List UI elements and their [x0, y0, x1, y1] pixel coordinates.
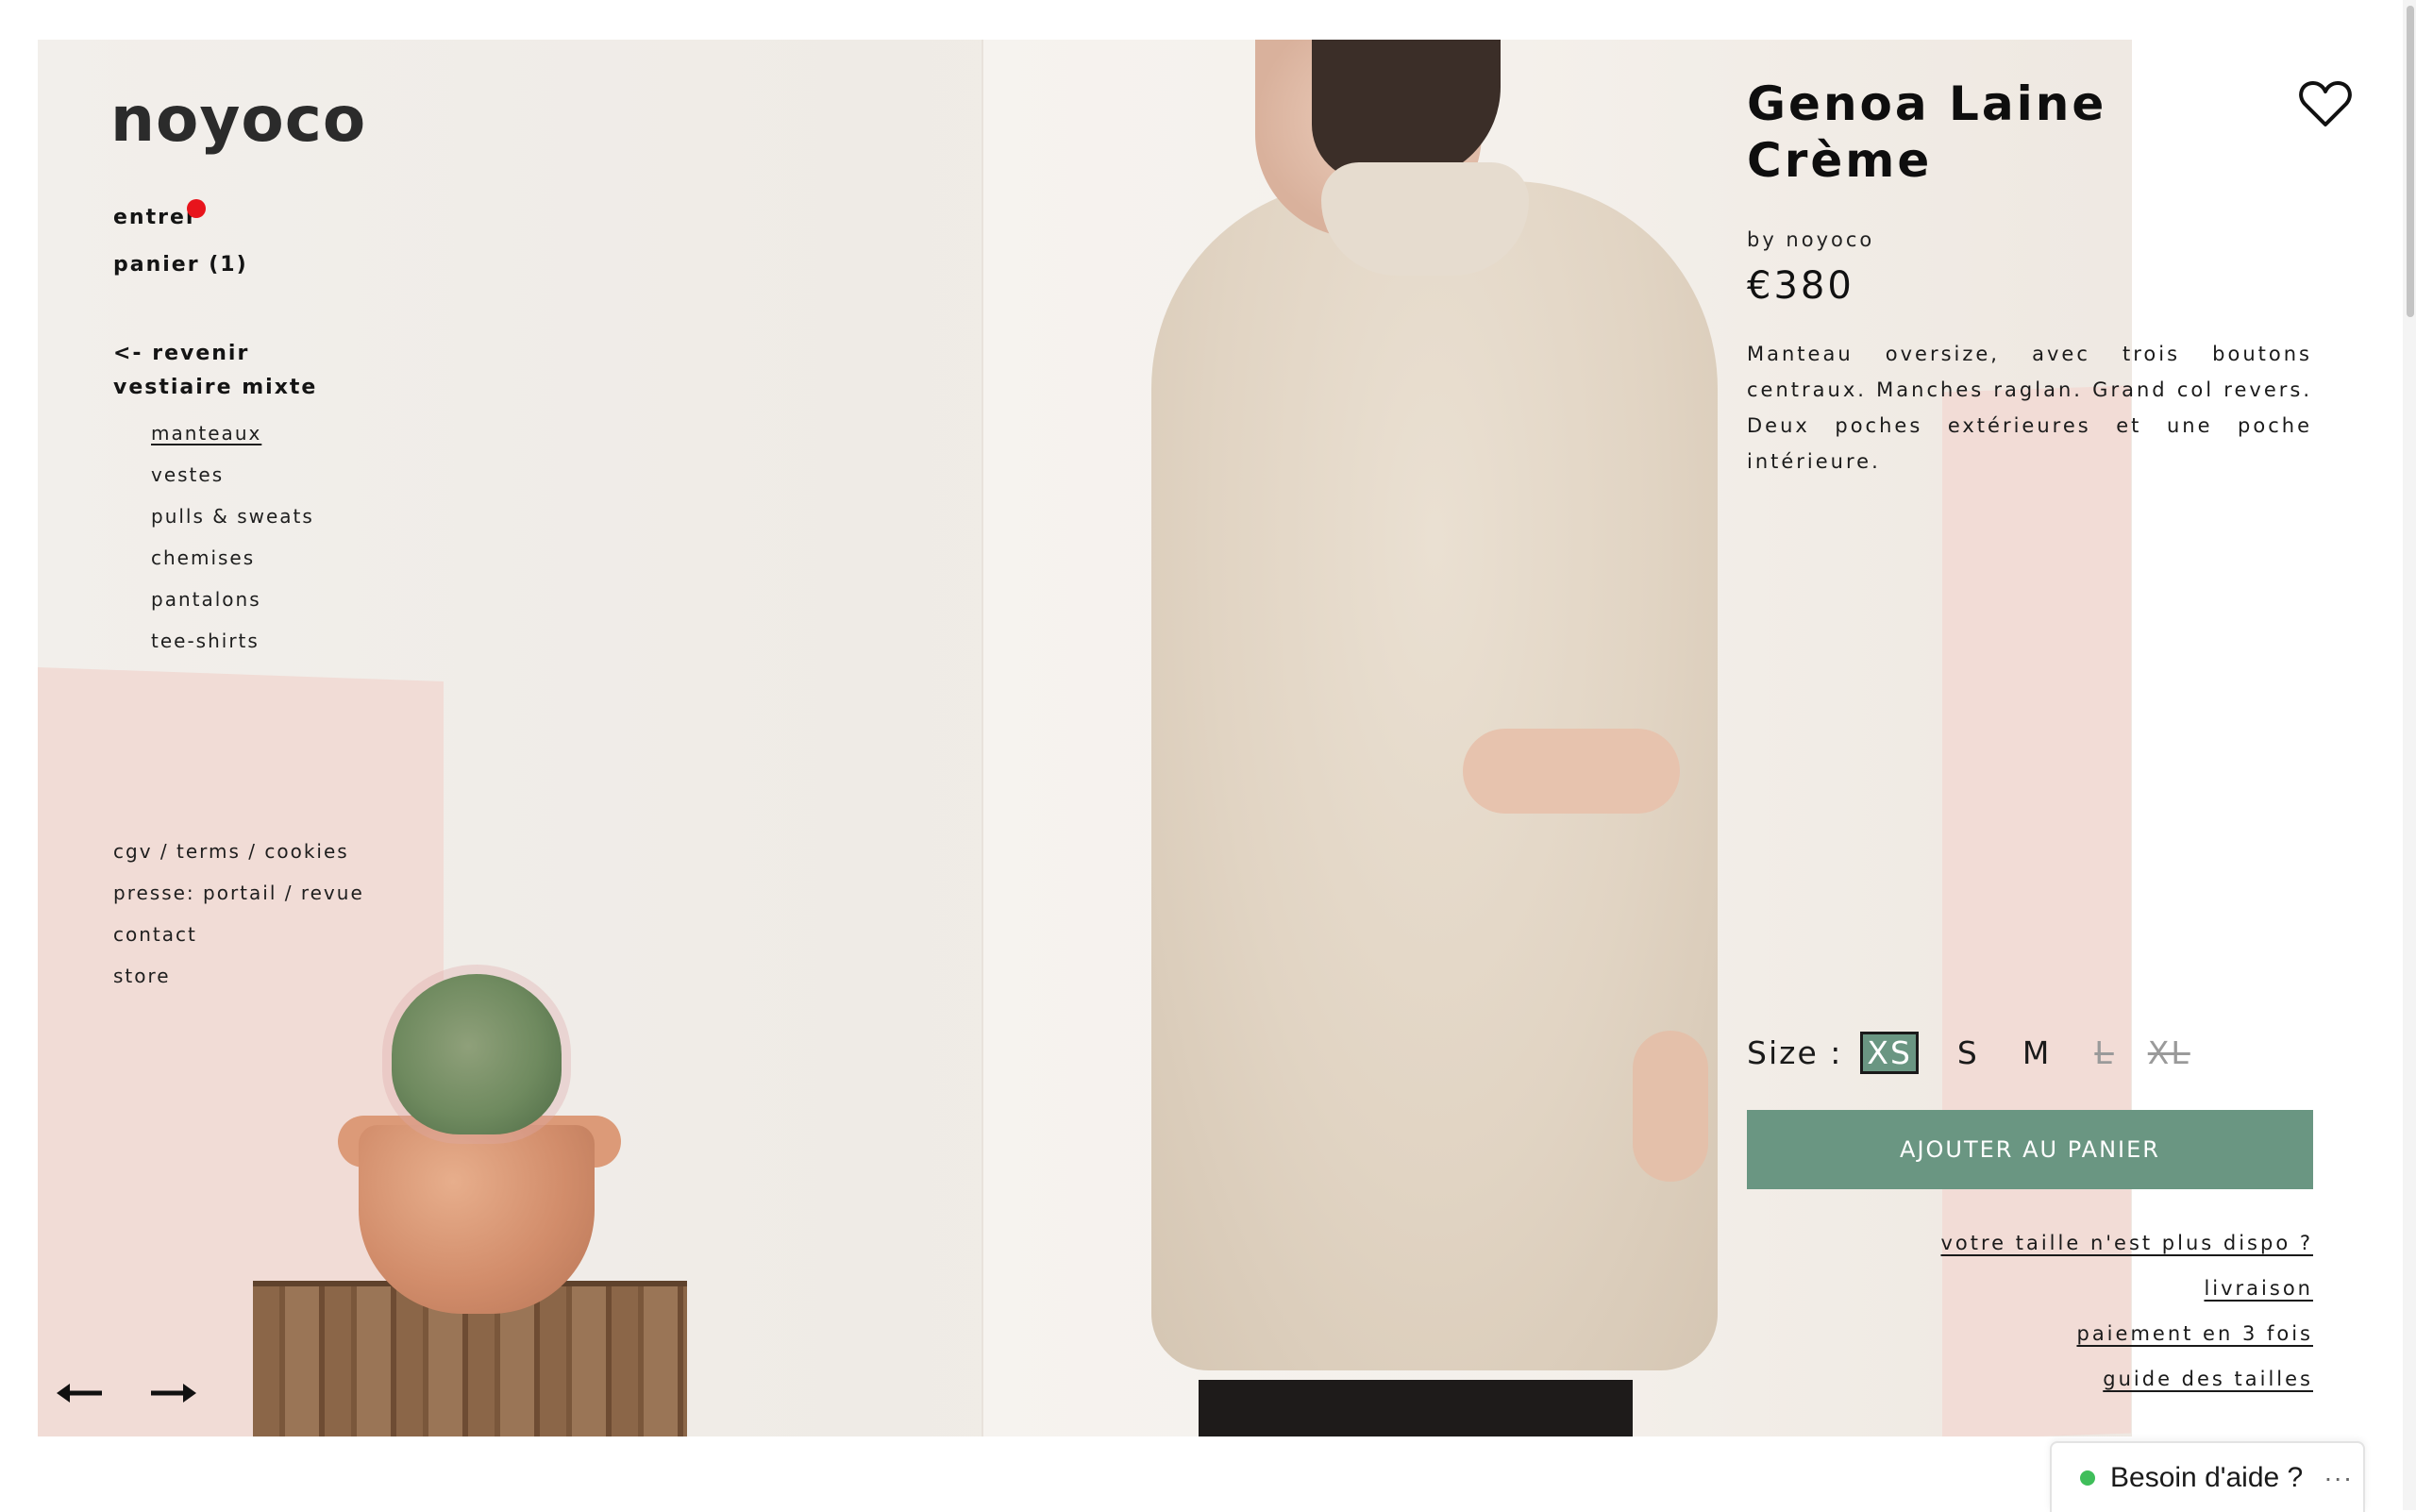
page-scrollbar[interactable] — [2403, 0, 2416, 1510]
photo-model-trousers — [1199, 1380, 1633, 1436]
more-options-icon[interactable]: ··· — [2324, 1463, 2353, 1493]
category-pulls-sweats[interactable]: pulls & sweats — [151, 505, 314, 528]
photo-terracotta-pot — [359, 1125, 595, 1314]
photo-cactus — [392, 974, 562, 1134]
product-title: Genoa Laine Crème — [1747, 76, 2143, 189]
size-unavailable-link[interactable]: votre taille n'est plus dispo ? — [1940, 1232, 2313, 1254]
footer-link-press[interactable]: presse: portail / revue — [113, 882, 364, 904]
size-option-m[interactable]: M — [2019, 1034, 2055, 1071]
add-to-cart-button[interactable]: AJOUTER AU PANIER — [1747, 1110, 2313, 1189]
product-price: €380 — [1747, 264, 1854, 308]
footer-link-contact[interactable]: contact — [113, 923, 197, 946]
footer-link-terms[interactable]: cgv / terms / cookies — [113, 840, 349, 863]
product-title-line-1: Genoa Laine — [1747, 76, 2107, 131]
login-link[interactable]: entrer — [113, 206, 198, 229]
notification-dot — [187, 199, 206, 218]
scrollbar-thumb[interactable] — [2407, 6, 2414, 317]
brand-logo[interactable]: noyoco — [110, 83, 366, 156]
size-option-xs[interactable]: XS — [1860, 1031, 1919, 1074]
photo-model-hand — [1463, 729, 1680, 814]
size-option-s[interactable]: S — [1954, 1034, 1983, 1071]
delivery-link[interactable]: livraison — [2204, 1277, 2313, 1300]
arrow-left-icon[interactable] — [57, 1376, 104, 1410]
size-guide-link[interactable]: guide des tailles — [2103, 1368, 2313, 1390]
size-selector: Size : XS S M L XL — [1747, 1029, 2221, 1076]
product-description: Manteau oversize, avec trois boutons cen… — [1747, 343, 2312, 473]
section-title[interactable]: vestiaire mixte — [113, 376, 317, 399]
category-tee-shirts[interactable]: tee-shirts — [151, 630, 260, 652]
size-option-l: L — [2094, 1033, 2114, 1071]
category-manteaux[interactable]: manteaux — [151, 422, 261, 445]
footer-link-store[interactable]: store — [113, 965, 171, 987]
installment-payment-link[interactable]: paiement en 3 fois — [2076, 1322, 2313, 1345]
category-pantalons[interactable]: pantalons — [151, 588, 261, 611]
arrow-right-icon[interactable] — [149, 1376, 196, 1410]
category-vestes[interactable]: vestes — [151, 463, 224, 486]
photo-model-arm — [1633, 1031, 1708, 1182]
size-label: Size : — [1747, 1033, 1843, 1071]
photo-pink-backdrop-right — [1942, 385, 2131, 1436]
product-byline: by noyoco — [1747, 228, 1875, 251]
product-title-line-2: Crème — [1747, 133, 1933, 188]
photo-coat-collar — [1321, 162, 1529, 276]
size-option-xl: XL — [2147, 1033, 2190, 1071]
online-status-icon — [2080, 1470, 2095, 1486]
category-chemises[interactable]: chemises — [151, 546, 255, 569]
help-chat-label: Besoin d'aide ? — [2110, 1461, 2304, 1493]
heart-icon[interactable] — [2299, 79, 2352, 128]
back-link[interactable]: <- revenir — [113, 342, 249, 365]
help-chat-widget[interactable]: Besoin d'aide ? ··· — [2050, 1441, 2365, 1512]
cart-link[interactable]: panier (1) — [113, 253, 248, 277]
